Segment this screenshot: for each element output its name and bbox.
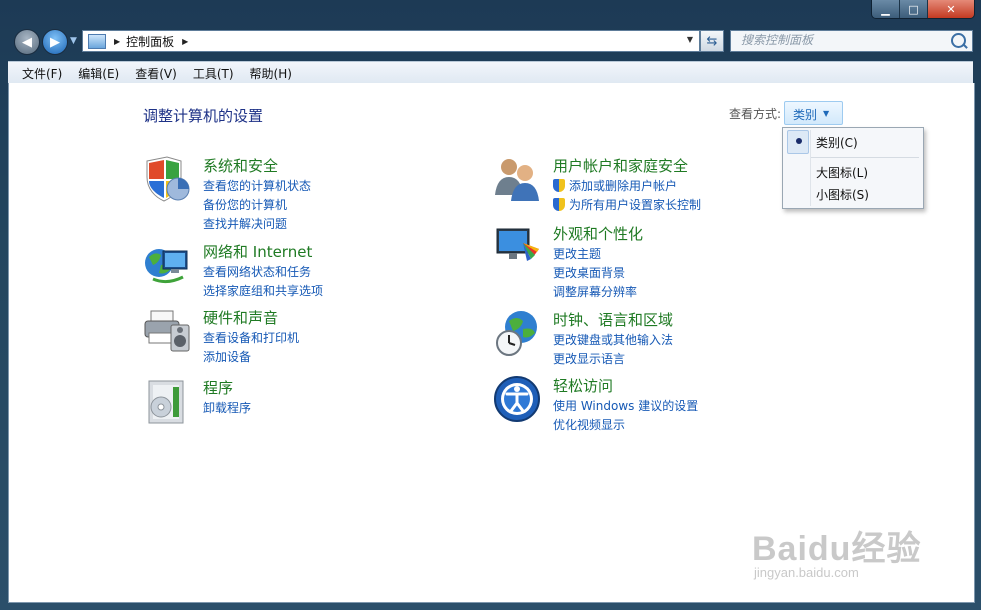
menu-divider <box>811 157 919 158</box>
search-input[interactable] <box>731 31 951 49</box>
history-dropdown-icon[interactable]: ▼ <box>70 36 77 46</box>
watermark-url: jingyan.baidu.com <box>754 565 859 580</box>
menu-selection-highlight <box>787 130 809 154</box>
search-icon[interactable] <box>951 33 966 48</box>
menu-item-small-icons[interactable]: 小图标(S) <box>816 186 869 203</box>
menu-edit[interactable]: 编辑(E) <box>78 65 119 82</box>
navigation-bar: ◀ ▶ ▼ ▶ 控制面板 ▶ ▼ ⇆ <box>0 28 981 56</box>
view-by-value: 类别 <box>793 108 818 122</box>
address-bar[interactable]: ▶ 控制面板 ▶ ▼ <box>82 30 700 52</box>
refresh-button[interactable]: ⇆ <box>700 30 724 52</box>
category-title[interactable]: 系统和安全 <box>203 155 278 176</box>
category-title[interactable]: 硬件和声音 <box>203 307 278 328</box>
link-change-theme[interactable]: 更改主题 <box>553 245 601 262</box>
link-desktop-background[interactable]: 更改桌面背景 <box>553 264 625 281</box>
menu-gutter <box>810 130 811 206</box>
view-by-menu: 类别(C) 大图标(L) 小图标(S) <box>782 127 924 209</box>
link-devices-printers[interactable]: 查看设备和打印机 <box>203 329 299 346</box>
link-parental-controls[interactable]: 为所有用户设置家长控制 <box>553 196 701 213</box>
link-backup-computer[interactable]: 备份您的计算机 <box>203 196 287 213</box>
menu-view[interactable]: 查看(V) <box>135 65 177 82</box>
menu-item-large-icons[interactable]: 大图标(L) <box>816 164 868 181</box>
search-box <box>730 30 973 52</box>
uac-shield-icon <box>553 198 565 211</box>
programs-box-icon <box>148 380 184 424</box>
link-change-display-language[interactable]: 更改显示语言 <box>553 350 625 367</box>
security-shield-icon <box>146 156 190 202</box>
maximize-icon[interactable]: □ <box>900 0 928 18</box>
link-label: 为所有用户设置家长控制 <box>569 198 702 212</box>
category-title[interactable]: 程序 <box>203 377 233 398</box>
close-icon[interactable]: ✕ <box>928 0 974 18</box>
link-label: 添加或删除用户帐户 <box>569 179 678 193</box>
forward-button[interactable]: ▶ <box>42 29 68 55</box>
minimize-icon[interactable]: ▁ <box>872 0 900 18</box>
category-title[interactable]: 轻松访问 <box>553 375 613 396</box>
category-title[interactable]: 用户帐户和家庭安全 <box>553 155 688 176</box>
watermark-logo: Baidu经验 <box>752 530 922 568</box>
menu-bar: 文件(F) 编辑(E) 查看(V) 工具(T) 帮助(H) <box>8 61 973 84</box>
link-change-input-method[interactable]: 更改键盘或其他输入法 <box>553 331 673 348</box>
arrow-left-icon: ◀ <box>22 34 32 50</box>
link-optimize-display[interactable]: 优化视频显示 <box>553 416 625 433</box>
link-uninstall-program[interactable]: 卸载程序 <box>203 399 251 416</box>
users-icon <box>495 159 539 201</box>
breadcrumb-control-panel[interactable]: 控制面板 <box>126 33 174 50</box>
appearance-monitor-icon <box>496 228 539 261</box>
clock-globe-icon <box>496 311 537 356</box>
radio-selected-icon <box>796 138 802 144</box>
category-title[interactable]: 时钟、语言和区域 <box>553 309 673 330</box>
back-button[interactable]: ◀ <box>14 29 40 55</box>
link-find-fix-problems[interactable]: 查找并解决问题 <box>203 215 287 232</box>
chevron-down-icon: ▼ <box>823 109 830 118</box>
ease-of-access-icon <box>494 376 540 422</box>
menu-help[interactable]: 帮助(H) <box>250 65 292 82</box>
link-add-remove-accounts[interactable]: 添加或删除用户帐户 <box>553 177 677 194</box>
refresh-icon: ⇆ <box>706 33 718 49</box>
menu-item-category[interactable]: 类别(C) <box>816 134 858 151</box>
category-title[interactable]: 外观和个性化 <box>553 223 643 244</box>
link-view-computer-status[interactable]: 查看您的计算机状态 <box>203 177 311 194</box>
link-recommended-settings[interactable]: 使用 Windows 建议的设置 <box>553 397 698 414</box>
watermark: Baidu经验 jingyan.baidu.com <box>748 515 948 590</box>
network-globe-icon <box>145 249 188 284</box>
window-frame: ▁ □ ✕ ◀ ▶ ▼ ▶ 控制面板 ▶ ▼ ⇆ 文件(F) 编辑(E) 查看(… <box>0 0 981 610</box>
link-add-device[interactable]: 添加设备 <box>203 348 251 365</box>
menu-file[interactable]: 文件(F) <box>22 65 62 82</box>
address-dropdown-icon[interactable]: ▼ <box>687 35 693 44</box>
link-screen-resolution[interactable]: 调整屏幕分辨率 <box>553 283 637 300</box>
control-panel-icon <box>88 33 106 49</box>
view-by-dropdown[interactable]: 类别 ▼ <box>784 101 843 125</box>
uac-shield-icon <box>553 179 565 192</box>
breadcrumb-separator-icon[interactable]: ▶ <box>114 37 120 46</box>
link-network-status[interactable]: 查看网络状态和任务 <box>203 263 311 280</box>
category-title[interactable]: 网络和 Internet <box>203 241 312 262</box>
menu-tools[interactable]: 工具(T) <box>193 65 234 82</box>
arrow-right-icon: ▶ <box>50 34 60 50</box>
window-controls: ▁ □ ✕ <box>871 0 975 19</box>
printer-speaker-icon <box>144 310 190 352</box>
breadcrumb-separator-icon[interactable]: ▶ <box>182 37 188 46</box>
page-title: 调整计算机的设置 <box>143 107 264 125</box>
link-homegroup-sharing[interactable]: 选择家庭组和共享选项 <box>203 282 323 299</box>
view-by-label: 查看方式: <box>729 107 782 121</box>
